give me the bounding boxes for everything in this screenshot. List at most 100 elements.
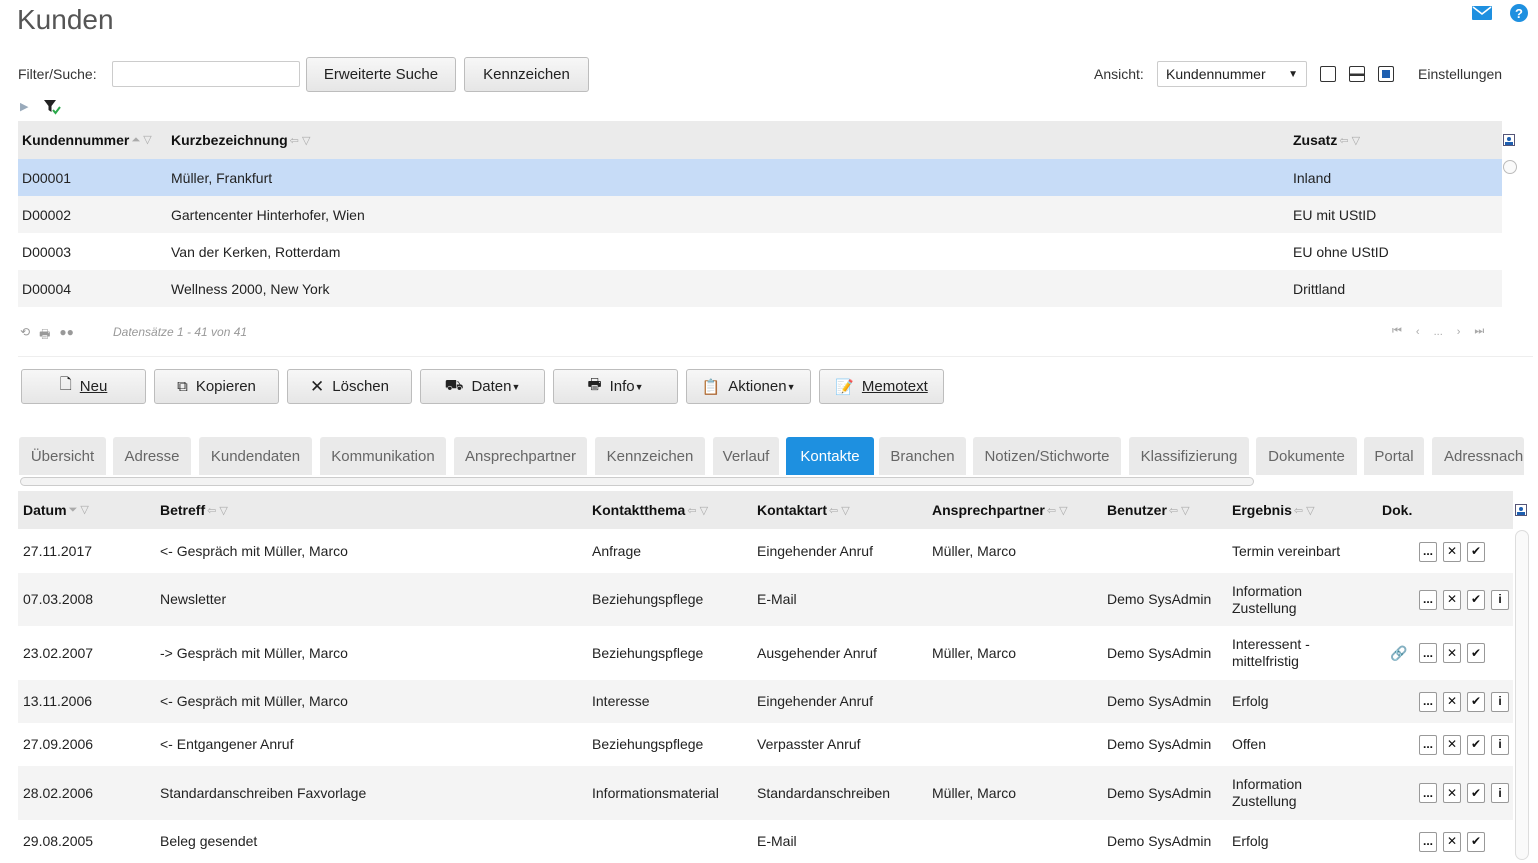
tab-kundendaten[interactable]: Kundendaten — [199, 437, 312, 475]
table-row[interactable]: D00002 Gartencenter Hinterhofer, Wien EU… — [18, 196, 1502, 233]
mail-icon[interactable] — [1471, 3, 1493, 23]
tab-ansprechpartner[interactable]: Ansprechpartner — [454, 437, 587, 475]
tab-kennzeichen[interactable]: Kennzeichen — [595, 437, 705, 475]
table-row[interactable]: 27.09.2006 <- Entgangener Anruf Beziehun… — [18, 723, 1513, 766]
check-icon[interactable]: ✔ — [1467, 831, 1485, 852]
printer-icon: 🖶 — [587, 376, 602, 393]
tab-notizen[interactable]: Notizen/Stichworte — [973, 437, 1121, 475]
table-row[interactable]: 13.11.2006 <- Gespräch mit Müller, Marco… — [18, 680, 1513, 723]
more-button[interactable]: ... — [1419, 734, 1437, 755]
col-betreff[interactable]: Betreff ⇦ ▽ — [160, 491, 228, 529]
tabs-scrollbar[interactable] — [20, 477, 1254, 486]
close-icon[interactable]: ✕ — [1443, 589, 1461, 610]
check-icon[interactable]: ✔ — [1467, 643, 1485, 663]
more-button[interactable]: ... — [1419, 541, 1437, 562]
delete-button[interactable]: ✕ Löschen — [287, 369, 412, 404]
first-page-icon[interactable]: ⏮ — [1392, 325, 1402, 338]
info-menu-button[interactable]: 🖶 Info ▼ — [553, 369, 678, 404]
more-button[interactable]: ... — [1419, 831, 1437, 852]
close-icon[interactable]: ✕ — [1443, 783, 1461, 803]
info-icon[interactable]: i — [1491, 734, 1509, 755]
tab-kontakte[interactable]: Kontakte — [786, 437, 874, 475]
info-icon[interactable]: i — [1491, 783, 1509, 803]
help-icon[interactable]: ? — [1508, 3, 1530, 23]
view-single-icon[interactable] — [1320, 66, 1336, 82]
info-icon[interactable]: i — [1491, 691, 1509, 712]
col-kontaktart[interactable]: Kontaktart ⇦ ▽ — [757, 491, 850, 529]
table-row[interactable]: 27.11.2017 <- Gespräch mit Müller, Marco… — [18, 530, 1513, 573]
table-row[interactable]: D00003 Van der Kerken, Rotterdam EU ohne… — [18, 233, 1502, 270]
export-icon[interactable]: ●● — [59, 325, 74, 346]
memo-button[interactable]: 📝 Memotext — [819, 369, 944, 404]
check-icon[interactable]: ✔ — [1467, 589, 1485, 610]
close-icon[interactable]: ✕ — [1443, 831, 1461, 852]
table-row[interactable]: 07.03.2008 Newsletter Beziehungspflege E… — [18, 573, 1513, 626]
view-select[interactable]: Kundennummer ▼ — [1157, 61, 1307, 87]
column-chooser-icon[interactable] — [1502, 121, 1516, 159]
tab-portal[interactable]: Portal — [1364, 437, 1424, 475]
table-row[interactable]: D00001 Müller, Frankfurt Inland — [18, 159, 1502, 196]
copy-button[interactable]: ⧉ Kopieren — [154, 369, 279, 404]
expand-arrow-icon[interactable]: ▶ — [20, 100, 28, 113]
flags-button[interactable]: Kennzeichen — [464, 57, 589, 92]
prev-page-icon[interactable]: ‹ — [1416, 326, 1420, 338]
col-benutzer[interactable]: Benutzer ⇦ ▽ — [1107, 491, 1190, 529]
more-button[interactable]: ... — [1419, 691, 1437, 712]
tab-kommunikation[interactable]: Kommunikation — [320, 437, 446, 475]
col-kundennummer[interactable]: Kundennummer ⏶ ▽ — [22, 121, 152, 159]
tab-dokumente[interactable]: Dokumente — [1256, 437, 1357, 475]
advanced-search-button[interactable]: Erweiterte Suche — [306, 57, 456, 92]
check-icon[interactable]: ✔ — [1467, 541, 1485, 562]
settings-link[interactable]: Einstellungen — [1418, 66, 1502, 82]
tab-branchen[interactable]: Branchen — [879, 437, 966, 475]
cell-zusatz: Drittland — [1293, 280, 1346, 297]
col-zusatz[interactable]: Zusatz ⇦ ▽ — [1293, 121, 1360, 159]
more-button[interactable]: ... — [1419, 783, 1437, 803]
table-row[interactable]: D00004 Wellness 2000, New York Drittland — [18, 270, 1502, 307]
filter-active-icon[interactable] — [43, 99, 61, 118]
info-icon[interactable]: i — [1491, 589, 1509, 610]
table-row[interactable]: 28.02.2006 Standardanschreiben Faxvorlag… — [18, 766, 1513, 820]
dropdown-arrow-icon: ▼ — [1288, 68, 1298, 80]
cell-zusatz: EU mit UStID — [1293, 206, 1377, 223]
more-button[interactable]: ... — [1419, 643, 1437, 663]
tab-verlauf[interactable]: Verlauf — [713, 437, 779, 475]
next-page-icon[interactable]: › — [1457, 326, 1461, 338]
check-icon[interactable]: ✔ — [1467, 691, 1485, 712]
close-icon: ✕ — [310, 376, 325, 396]
tab-klassifizierung[interactable]: Klassifizierung — [1129, 437, 1249, 475]
filter-search-input[interactable] — [112, 61, 300, 87]
col-ergebnis[interactable]: Ergebnis ⇦ ▽ — [1232, 491, 1315, 529]
truck-icon: ⛟ — [444, 377, 464, 394]
table-row[interactable]: 23.02.2007 -> Gespräch mit Müller, Marco… — [18, 626, 1513, 680]
customers-grid-header: Kundennummer ⏶ ▽ Kurzbezeichnung ⇦ ▽ Zusat… — [18, 121, 1502, 159]
close-icon[interactable]: ✕ — [1443, 691, 1461, 712]
view-full-icon[interactable] — [1378, 66, 1394, 82]
tab-adresse[interactable]: Adresse — [113, 437, 191, 475]
close-icon[interactable]: ✕ — [1443, 643, 1461, 663]
tab-uebersicht[interactable]: Übersicht — [19, 437, 106, 475]
print-icon[interactable]: 🖶 — [39, 325, 50, 346]
actions-menu-button[interactable]: 📋 Aktionen ▼ — [686, 369, 811, 404]
tab-adressnach[interactable]: Adressnach — [1432, 437, 1524, 475]
data-menu-button[interactable]: ⛟ Daten ▼ — [420, 369, 545, 404]
contacts-scrollbar[interactable] — [1515, 530, 1529, 860]
close-icon[interactable]: ✕ — [1443, 734, 1461, 755]
col-dok[interactable]: Dok. — [1382, 491, 1412, 529]
attachment-icon[interactable]: 🔗 — [1390, 626, 1407, 680]
check-icon[interactable]: ✔ — [1467, 734, 1485, 755]
close-icon[interactable]: ✕ — [1443, 541, 1461, 562]
check-icon[interactable]: ✔ — [1467, 783, 1485, 803]
col-kurzbezeichnung[interactable]: Kurzbezeichnung ⇦ ▽ — [171, 121, 310, 159]
more-button[interactable]: ... — [1419, 589, 1437, 610]
new-button[interactable]: 🗋 Neu — [21, 369, 146, 404]
col-datum[interactable]: Datum ⏷ ▽ — [23, 491, 89, 529]
view-split-icon[interactable] — [1349, 66, 1365, 82]
table-row[interactable]: 29.08.2005 Beleg gesendet E-Mail Demo Sy… — [18, 820, 1513, 863]
refresh-icon[interactable]: ⟲ — [20, 325, 30, 346]
col-ansprechpartner[interactable]: Ansprechpartner ⇦ ▽ — [932, 491, 1068, 529]
column-chooser-icon[interactable] — [1515, 503, 1527, 519]
scrollbar-handle[interactable] — [1502, 159, 1518, 177]
last-page-icon[interactable]: ⏭ — [1474, 325, 1484, 338]
col-kontaktthema[interactable]: Kontaktthema ⇦ ▽ — [592, 491, 708, 529]
